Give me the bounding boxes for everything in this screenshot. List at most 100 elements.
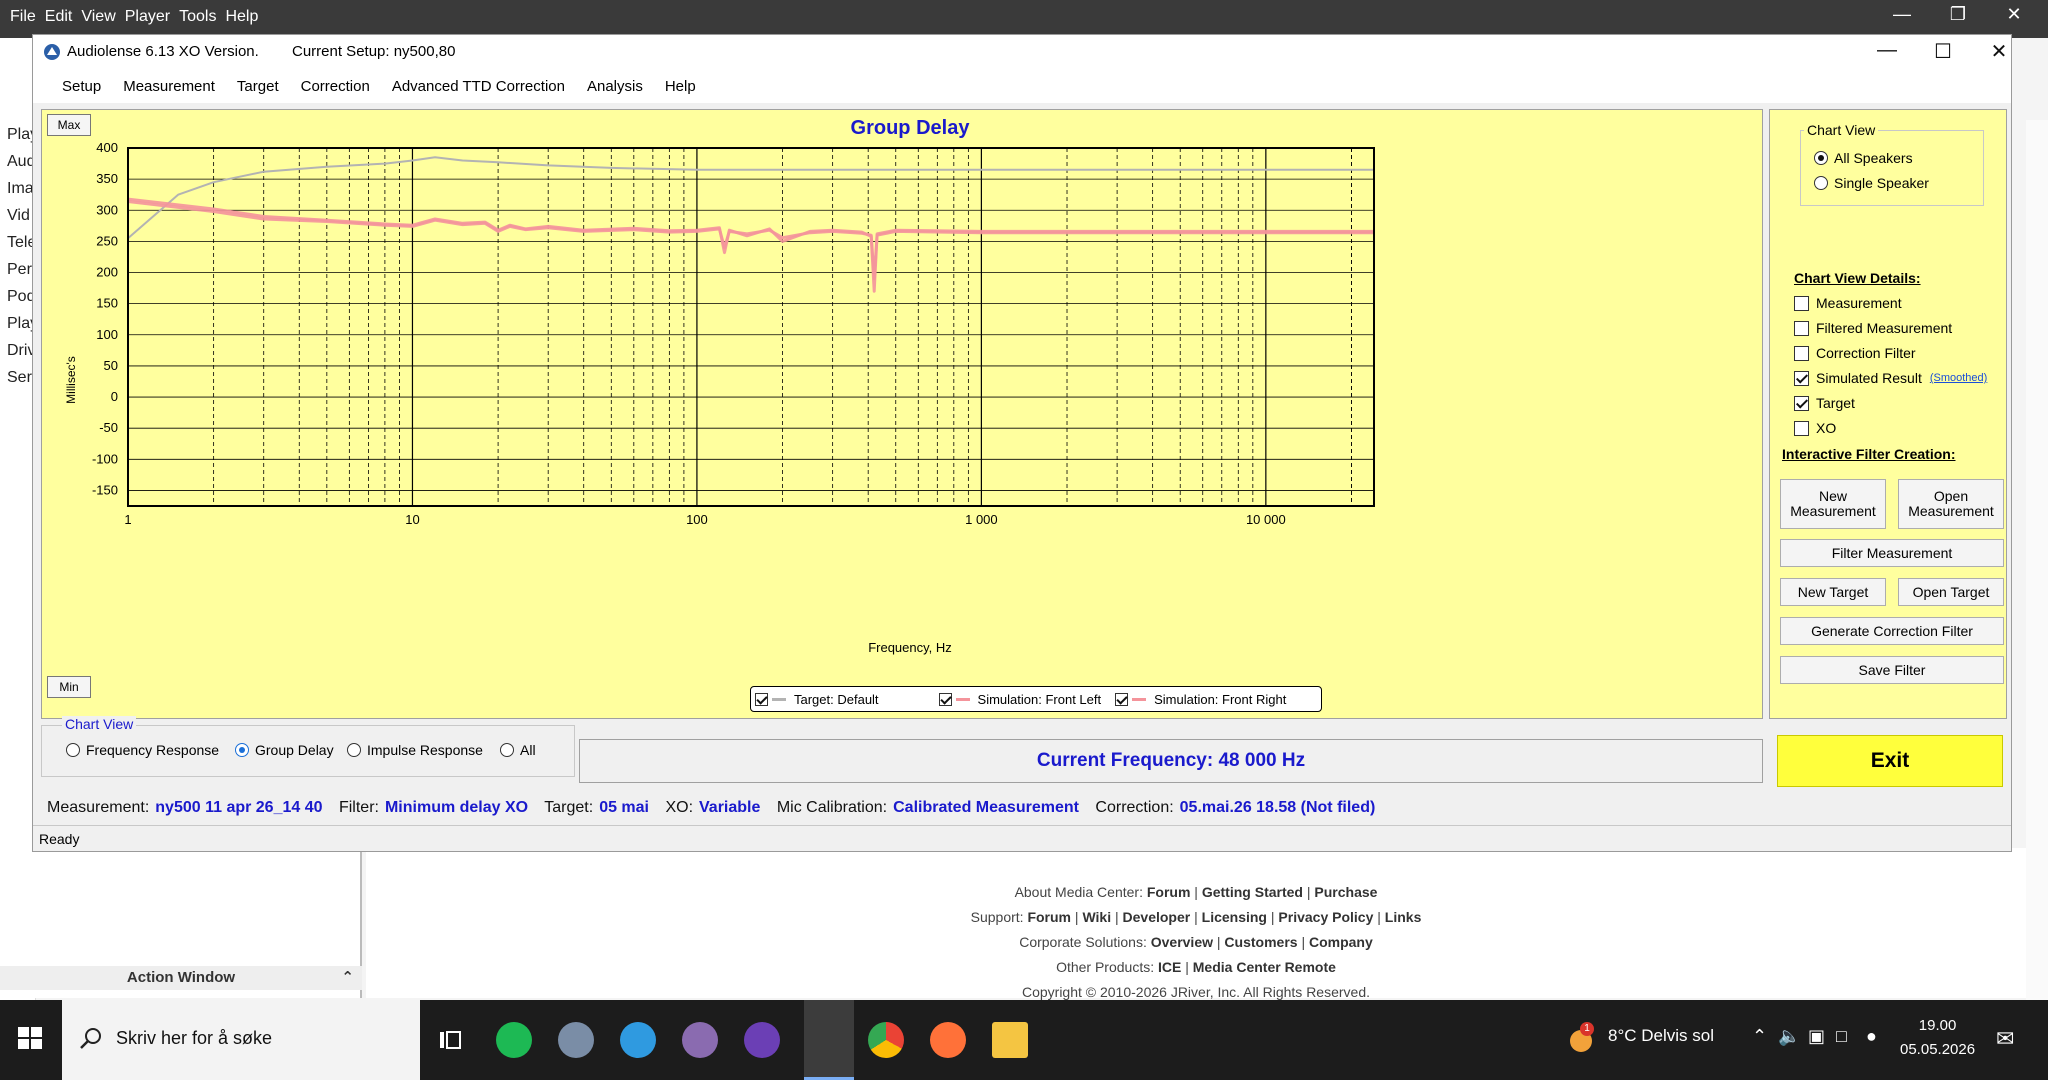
checkbox-simulated-result[interactable]: Simulated Result (Smoothed) [1794,370,1987,386]
menu-analysis[interactable]: Analysis [576,78,654,95]
generate-correction-filter-button[interactable]: Generate Correction Filter [1780,617,2004,645]
checkbox-xo[interactable]: XO [1794,420,1836,436]
background-scrollbar[interactable] [2026,120,2048,1000]
checkbox-icon[interactable] [1794,420,1809,436]
radio-icon[interactable] [1814,151,1828,165]
volume-icon[interactable]: 🔈 [1778,1026,1800,1047]
menu-help[interactable]: Help [654,78,707,95]
clock[interactable]: 19.00 05.05.2026 [1900,1014,1975,1062]
legend-item-front-right[interactable]: Simulation: Front Right [1115,692,1286,707]
media-center-icon[interactable] [558,1022,594,1058]
max-button[interactable]: Max [47,114,91,136]
bg-sidebar-item[interactable]: Vid [7,207,33,225]
bg-sidebar-item[interactable]: Pod [7,288,33,306]
weather-text[interactable]: 8°C Delvis sol [1608,1026,1714,1046]
radio-icon[interactable] [235,743,249,757]
file-explorer-icon[interactable] [992,1022,1028,1058]
bg-sidebar-item[interactable]: Tele [7,234,33,252]
radio-frequency-response[interactable]: Frequency Response [66,742,219,758]
footer-link[interactable]: Wiki [1082,909,1111,925]
save-filter-button[interactable]: Save Filter [1780,656,2004,684]
radio-icon[interactable] [1814,176,1828,190]
task-view-icon[interactable] [432,1022,468,1058]
close-icon[interactable]: ✕ [1979,39,2019,64]
radio-icon[interactable] [500,743,514,757]
bg-sidebar-item[interactable]: Play [7,126,33,144]
checkbox-correction-filter[interactable]: Correction Filter [1794,345,1916,361]
camera-icon[interactable]: ▣ [1808,1026,1825,1047]
radio-impulse-response[interactable]: Impulse Response [347,742,483,758]
spotify-icon[interactable] [496,1022,532,1058]
legend-item-target[interactable]: Target: Default [755,692,879,707]
bg-close-icon[interactable]: ✕ [1994,4,2034,25]
paint-icon[interactable] [682,1022,718,1058]
checkbox-icon[interactable] [1794,370,1809,386]
bg-sidebar-item[interactable]: Play [7,315,33,333]
checkbox-icon[interactable] [1794,395,1809,411]
bg-menu-help[interactable]: Help [225,8,258,26]
edge-icon[interactable] [620,1022,656,1058]
radio-all[interactable]: All [500,742,536,758]
checkbox-icon[interactable] [755,692,768,706]
new-target-button[interactable]: New Target [1780,578,1886,606]
exit-button[interactable]: Exit [1777,735,2003,787]
checkbox-icon[interactable] [1115,692,1129,706]
footer-link[interactable]: Developer [1123,909,1191,925]
menu-setup[interactable]: Setup [51,78,112,95]
footer-link[interactable]: Links [1385,909,1422,925]
checkbox-icon[interactable] [1794,345,1809,361]
bg-sidebar-item[interactable]: Driv [7,342,33,360]
bg-restore-icon[interactable]: ❐ [1938,4,1978,25]
chrome-icon[interactable] [868,1022,904,1058]
checkbox-filtered-measurement[interactable]: Filtered Measurement [1794,320,1952,336]
footer-link[interactable]: Overview [1151,934,1213,950]
open-target-button[interactable]: Open Target [1898,578,2004,606]
taskbar-search-box[interactable]: Skriv her for å søke [62,1000,420,1080]
checkbox-icon[interactable] [1794,320,1809,336]
radio-single-speaker[interactable]: Single Speaker [1814,175,1929,191]
minimize-icon[interactable]: — [1867,39,1907,62]
smoothed-link[interactable]: (Smoothed) [1930,372,1987,384]
bg-sidebar-item[interactable]: Ser [7,369,33,387]
checkbox-target[interactable]: Target [1794,395,1855,411]
bg-menu-edit[interactable]: Edit [45,8,73,26]
footer-link[interactable]: Forum [1147,884,1191,900]
radio-icon[interactable] [347,743,361,757]
bg-sidebar-item[interactable]: Ima [7,180,33,198]
bg-menu-view[interactable]: View [81,8,115,26]
radio-all-speakers[interactable]: All Speakers [1814,150,1913,166]
radio-group-delay[interactable]: Group Delay [235,742,334,758]
new-measurement-button[interactable]: New Measurement [1780,479,1886,529]
bg-menu-player[interactable]: Player [125,8,170,26]
filter-measurement-button[interactable]: Filter Measurement [1780,539,2004,567]
bg-menu-file[interactable]: File [10,8,36,26]
audiolense-task-icon[interactable] [804,1000,854,1080]
firefox-icon[interactable] [930,1022,966,1058]
open-measurement-button[interactable]: Open Measurement [1898,479,2004,529]
menu-measurement[interactable]: Measurement [112,78,226,95]
windows-start-icon[interactable] [10,1018,50,1058]
footer-link[interactable]: Media Center Remote [1193,959,1336,975]
footer-link[interactable]: ICE [1158,959,1181,975]
checkbox-measurement[interactable]: Measurement [1794,295,1902,311]
menu-correction[interactable]: Correction [290,78,381,95]
bg-sidebar-item[interactable]: Per [7,261,33,279]
action-window-title[interactable]: Action Window ⌃ [0,966,362,990]
maximize-icon[interactable]: ☐ [1923,39,1963,64]
footer-link[interactable]: Licensing [1202,909,1267,925]
footer-link[interactable]: Company [1309,934,1373,950]
footer-link[interactable]: Getting Started [1202,884,1303,900]
bg-menu-tools[interactable]: Tools [179,8,216,26]
footer-link[interactable]: Purchase [1314,884,1377,900]
legend-item-front-left[interactable]: Simulation: Front Left [938,692,1101,707]
status-icon[interactable]: ● [1866,1026,1877,1047]
chevron-up-icon[interactable]: ⌃ [341,966,354,990]
checkbox-icon[interactable] [938,692,952,706]
footer-link[interactable]: Forum [1027,909,1071,925]
bg-sidebar-item[interactable]: Aud [7,153,33,171]
bulb-app-icon[interactable] [744,1022,780,1058]
menu-target[interactable]: Target [226,78,290,95]
menu-advanced-ttd[interactable]: Advanced TTD Correction [381,78,576,95]
bg-minimize-icon[interactable]: — [1882,4,1922,25]
min-button[interactable]: Min [47,676,91,698]
